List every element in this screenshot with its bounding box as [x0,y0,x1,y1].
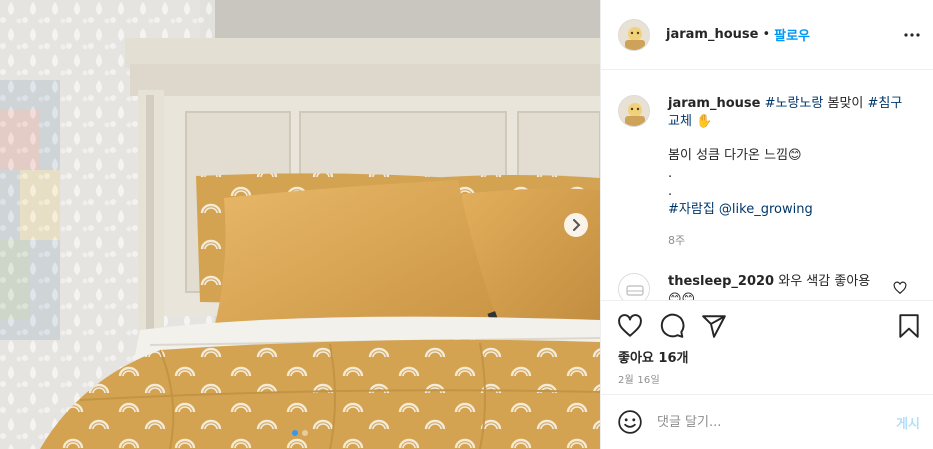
comment-item: thesleep_2020 와우 색감 좋아용 😊😊 [618,273,883,300]
add-comment-bar: 게시 [601,394,933,449]
caption-text: 봄이 성큼 다가온 느낌😊 [668,148,802,163]
more-icon [904,33,920,37]
heart-icon[interactable] [617,313,643,339]
hashtag-link[interactable]: #노랑노랑 [765,96,824,111]
caption-tags-line: #자람집 @like_growing [668,201,913,219]
chevron-right-icon [573,219,581,231]
caption-first-line: jaram_house #노랑노랑 봄맞이 #침구교체 ✋ [668,95,913,131]
comment-text: 와우 색감 좋아용 [778,274,871,289]
comment-icon[interactable] [659,313,685,339]
raised-hand-emoji: ✋ [696,114,713,129]
carousel-next-button[interactable] [564,213,588,237]
follow-button[interactable]: 팔로우 [774,25,810,44]
post-author-username[interactable]: jaram_house [666,27,758,42]
avatar[interactable] [618,18,650,51]
carousel-dot [302,430,308,436]
post-header: jaram_house • 팔로우 [601,0,933,70]
post-date[interactable]: 2월 16일 [618,371,660,386]
avatar[interactable] [618,273,650,300]
profile-picture [619,96,649,126]
comment-body: thesleep_2020 와우 색감 좋아용 😊😊 [668,273,883,300]
caption-username[interactable]: jaram_house [668,96,760,111]
mention-link[interactable]: @like_growing [719,202,813,217]
comment-like-heart-icon[interactable] [893,281,907,295]
caption-dot-line: . [668,166,673,181]
comment-input[interactable] [657,414,877,430]
caption-time-ago[interactable]: 8주 [668,232,913,250]
comment-username[interactable]: thesleep_2020 [668,274,774,289]
like-count[interactable]: 좋아요 16개 [618,347,688,366]
share-icon[interactable] [701,313,727,339]
post-comment-button[interactable]: 게시 [896,413,920,432]
caption: jaram_house #노랑노랑 봄맞이 #침구교체 ✋ 봄이 성큼 다가온 … [618,95,913,250]
bedroom-photo-image [0,0,600,449]
bookmark-icon[interactable] [896,313,922,339]
post-actions: 좋아요 16개 2월 16일 [601,300,933,394]
emoji-icon[interactable] [617,409,643,435]
profile-picture [619,19,649,50]
caption-dot-line: . [668,184,673,199]
caption-body: jaram_house #노랑노랑 봄맞이 #침구교체 ✋ 봄이 성큼 다가온 … [668,95,913,250]
avatar[interactable] [618,95,650,127]
comment-emojis: 😊😊 [668,292,696,300]
carousel-dot-active [292,430,298,436]
hashtag-link[interactable]: #자람집 [668,202,715,217]
caption-word: 봄맞이 [827,96,864,111]
carousel-indicator [292,430,308,436]
action-icons [617,313,727,339]
separator-dot: • [762,27,771,42]
more-options-button[interactable] [902,25,922,45]
post-photo[interactable] [0,0,600,449]
post-side-panel: jaram_house • 팔로우 jaram_house #노랑노랑 봄맞이 … [600,0,933,449]
commenter-profile-picture [619,274,649,300]
comments-section[interactable]: jaram_house #노랑노랑 봄맞이 #침구교체 ✋ 봄이 성큼 다가온 … [601,71,933,300]
